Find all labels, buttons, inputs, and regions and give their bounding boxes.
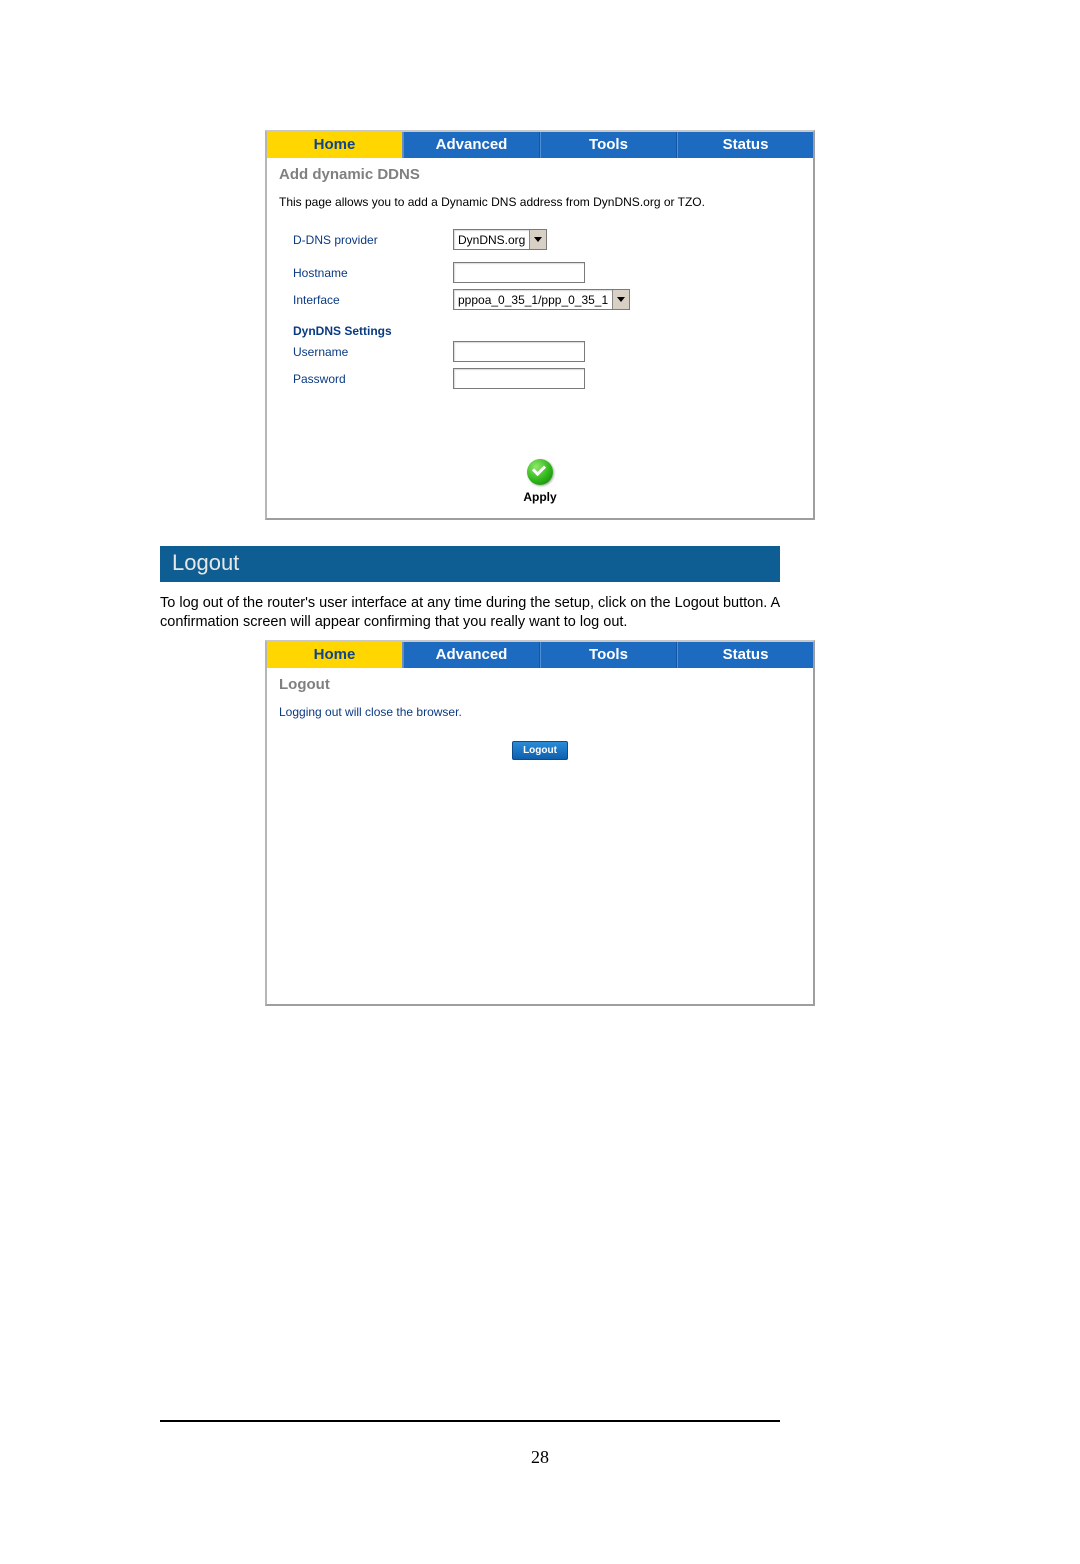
intro-text: This page allows you to add a Dynamic DN… [279, 195, 801, 209]
form-area: D-DNS provider DynDNS.org Hostname Inter… [279, 229, 801, 389]
page-title: Add dynamic DDNS [279, 166, 801, 183]
select-interface[interactable]: pppoa_0_35_1/ppp_0_35_1 [453, 289, 630, 310]
page-number: 28 [0, 1447, 1080, 1468]
tab-advanced[interactable]: Advanced [403, 642, 540, 668]
select-interface-value: pppoa_0_35_1/ppp_0_35_1 [454, 293, 612, 307]
tab-bar: Home Advanced Tools Status [267, 132, 813, 158]
tab-home[interactable]: Home [267, 642, 403, 668]
router-panel-logout: Home Advanced Tools Status Logout Loggin… [265, 640, 815, 1006]
logout-message: Logging out will close the browser. [279, 705, 801, 719]
page-title-logout: Logout [279, 676, 801, 693]
tab-status[interactable]: Status [677, 642, 813, 668]
panel-body-logout: Logout Logging out will close the browse… [267, 668, 813, 1004]
tab-tools[interactable]: Tools [540, 642, 677, 668]
tab-tools[interactable]: Tools [540, 132, 677, 158]
chevron-down-icon [529, 230, 546, 249]
select-provider-value: DynDNS.org [454, 233, 529, 247]
label-interface: Interface [293, 293, 453, 307]
label-password: Password [293, 372, 453, 386]
input-username[interactable] [453, 341, 585, 362]
apply-area: Apply [279, 459, 801, 504]
section-dyndns-settings: DynDNS Settings [293, 324, 801, 338]
footer-rule [160, 1420, 780, 1422]
panel-body-ddns: Add dynamic DDNS This page allows you to… [267, 158, 813, 518]
spacer [279, 760, 801, 990]
logout-paragraph: To log out of the router's user interfac… [160, 594, 780, 632]
tab-advanced[interactable]: Advanced [403, 132, 540, 158]
tab-bar: Home Advanced Tools Status [267, 642, 813, 668]
chevron-down-icon [612, 290, 629, 309]
select-provider[interactable]: DynDNS.org [453, 229, 547, 250]
input-hostname[interactable] [453, 262, 585, 283]
label-hostname: Hostname [293, 266, 453, 280]
tab-home[interactable]: Home [267, 132, 403, 158]
label-provider: D-DNS provider [293, 233, 453, 247]
tab-status[interactable]: Status [677, 132, 813, 158]
label-username: Username [293, 345, 453, 359]
input-password[interactable] [453, 368, 585, 389]
apply-check-icon[interactable] [527, 459, 553, 485]
logout-button[interactable]: Logout [512, 741, 568, 760]
apply-label[interactable]: Apply [279, 490, 801, 504]
section-heading-logout: Logout [160, 546, 780, 582]
document-page: Home Advanced Tools Status Add dynamic D… [0, 0, 1080, 1564]
router-panel-ddns: Home Advanced Tools Status Add dynamic D… [265, 130, 815, 520]
